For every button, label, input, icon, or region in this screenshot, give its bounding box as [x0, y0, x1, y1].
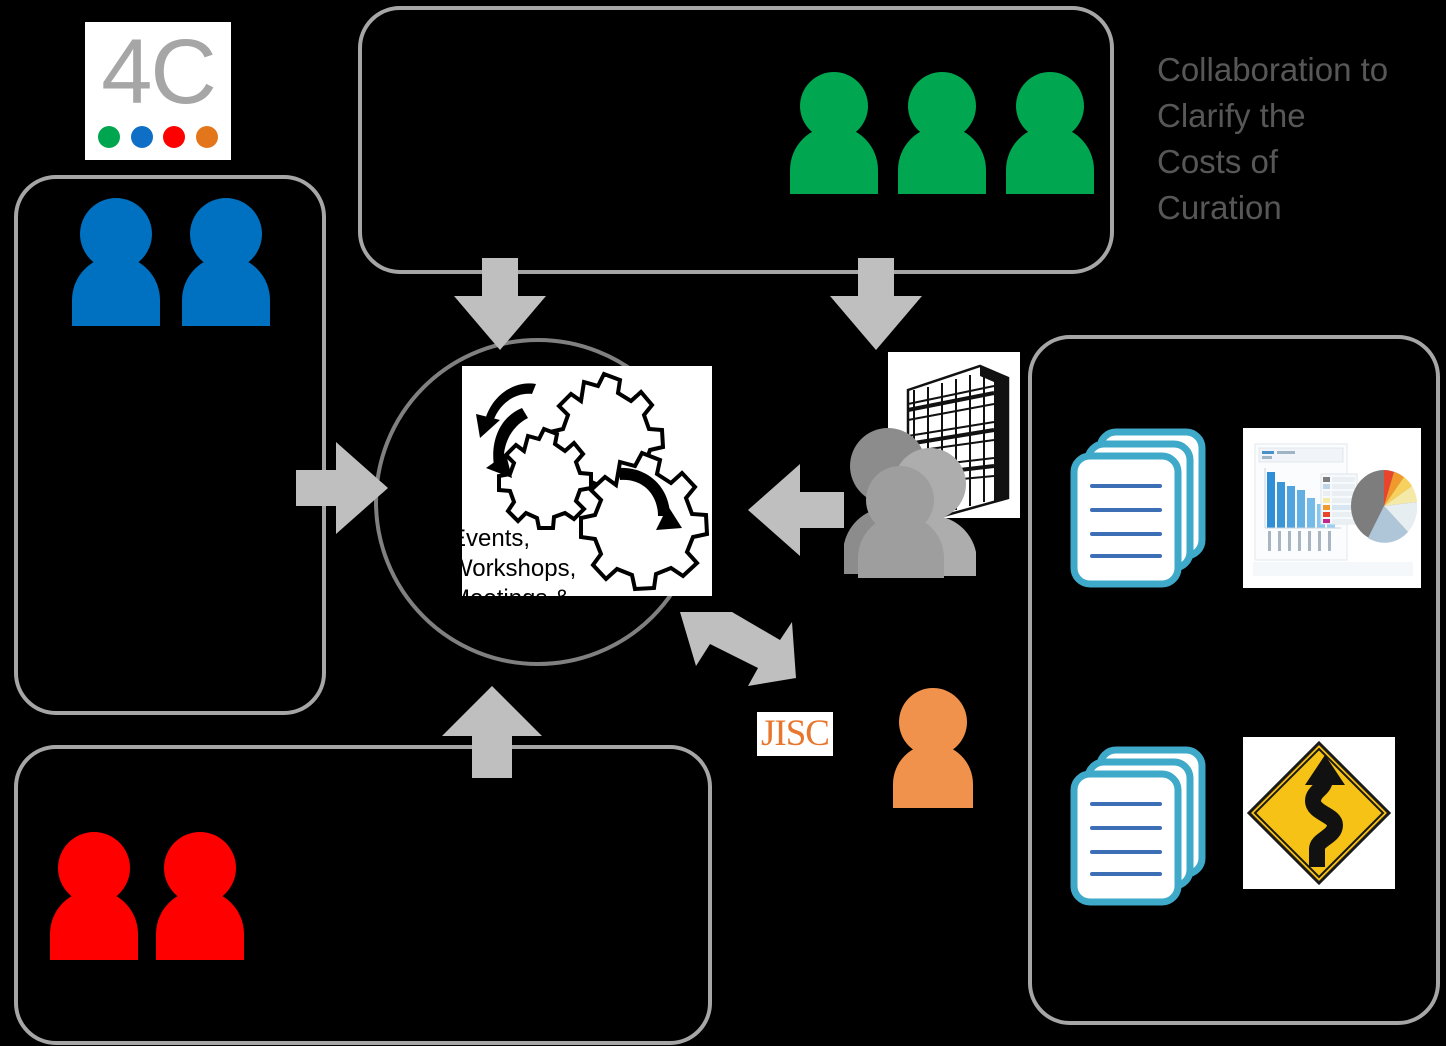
arrow-org-to-center	[748, 464, 844, 556]
documents-stack-icon	[1070, 428, 1206, 588]
person-icon-red-2	[156, 832, 244, 960]
4c-logo: 4C	[85, 22, 231, 160]
arrow-top-left-down	[454, 258, 546, 350]
winding-road-sign-icon	[1243, 737, 1395, 889]
person-icon-green-1	[790, 72, 878, 194]
person-icon-green-2	[898, 72, 986, 194]
charts-image	[1243, 428, 1421, 588]
person-icon-gray-3	[858, 466, 944, 578]
charts-thumbnail-icon	[1243, 428, 1421, 588]
green-dot	[98, 126, 120, 148]
person-icon-red-1	[50, 832, 138, 960]
arrow-top-right-down	[830, 258, 922, 350]
gears-image: Events, Workshops, Meetings &	[462, 366, 712, 596]
documents-stack-bottom	[1062, 742, 1222, 912]
arrow-bottom-to-center	[442, 686, 542, 778]
arrow-center-to-funder	[680, 612, 796, 686]
orange-dot	[195, 126, 218, 148]
roadmap-sign-image	[1243, 737, 1395, 889]
arrow-left-to-center	[296, 442, 388, 534]
person-icon-orange	[893, 688, 973, 808]
page-title: Collaboration to Clarify the Costs of Cu…	[1157, 51, 1389, 226]
diagram-canvas: 4C Collaboration to Clarify the Costs of…	[0, 0, 1446, 1046]
4c-logo-text: 4C	[101, 21, 217, 123]
4c-logo-dots	[95, 126, 221, 148]
person-icon-blue-1	[72, 198, 160, 326]
blue-dot	[130, 126, 153, 148]
documents-stack-icon	[1070, 746, 1206, 906]
person-icon-blue-2	[182, 198, 270, 326]
activities-caption: Events, Workshops, Meetings &	[462, 525, 577, 596]
person-icon-green-3	[1006, 72, 1094, 194]
red-dot	[163, 126, 186, 148]
documents-stack-top	[1062, 424, 1222, 594]
jisc-logo: JISC	[757, 712, 833, 756]
